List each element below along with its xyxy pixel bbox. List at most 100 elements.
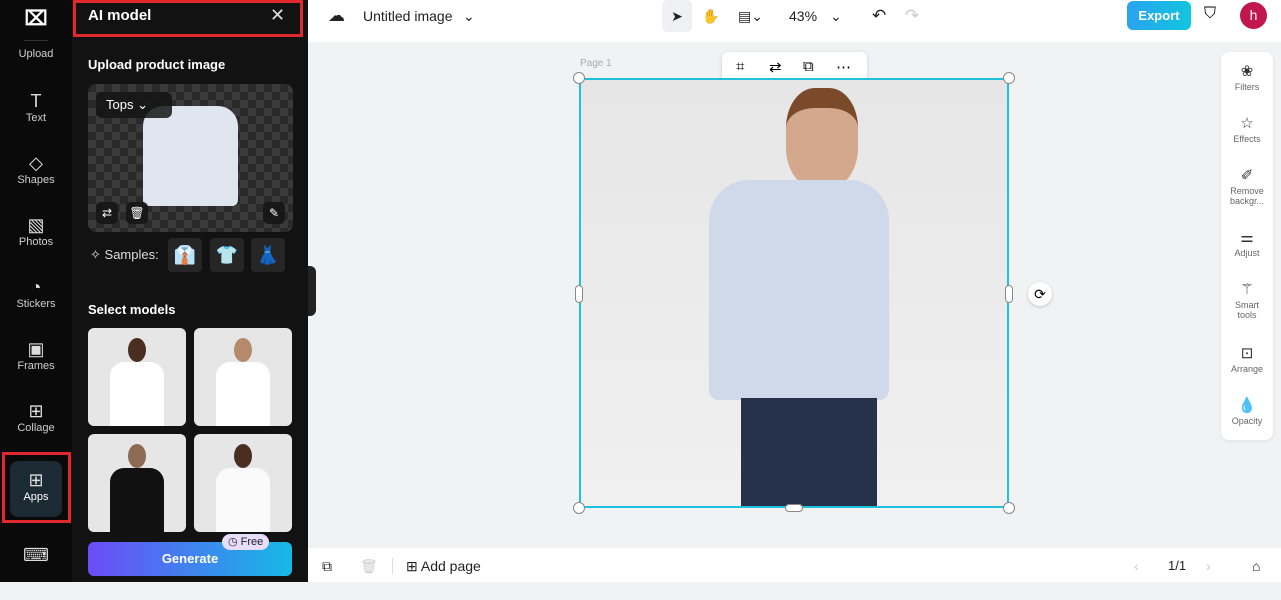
resize-handle[interactable] <box>1003 502 1015 514</box>
shapes-icon: ◇ <box>29 153 43 173</box>
stickers-icon: ◔ <box>30 277 42 297</box>
text-icon: T <box>30 91 42 111</box>
rail-frames[interactable]: ▣ Frames <box>4 338 68 394</box>
rail-label: Text <box>25 112 47 124</box>
bottom-bar: ⧉ 🗑 ⊞ Add page ‹ 1/1 › ⌂ <box>308 548 1281 582</box>
samples-text: Samples: <box>104 247 159 262</box>
shield-icon[interactable]: ⛉ <box>1204 5 1216 23</box>
canvas-image[interactable] <box>579 78 1009 508</box>
sample-dress[interactable]: 👗 <box>251 238 285 272</box>
resize-handle[interactable] <box>1003 72 1015 84</box>
adjust-icon: ⚌ <box>1240 229 1254 246</box>
tool-label: Smart tools <box>1234 300 1259 320</box>
rail-label: Collage <box>17 422 55 434</box>
model-thumbnail[interactable] <box>194 434 292 532</box>
highlight-box <box>73 0 303 37</box>
cloud-icon[interactable]: ☁ <box>328 0 345 32</box>
effects-icon: ☆ <box>1240 115 1254 132</box>
add-page-label: Add page <box>420 558 481 574</box>
rotate-icon[interactable]: ⟳ <box>1028 282 1052 306</box>
free-badge: ◷ Free <box>222 534 270 550</box>
photos-icon: ▧ <box>27 215 45 235</box>
tool-label: Opacity <box>1231 416 1263 426</box>
tool-adjust[interactable]: ⚌ Adjust <box>1221 228 1273 258</box>
model-shirt <box>709 180 889 400</box>
resize-handle[interactable] <box>573 502 585 514</box>
category-dropdown[interactable]: Tops ⌄ <box>96 92 172 118</box>
chevron-down-icon[interactable]: ⌄ <box>463 0 475 32</box>
product-image-preview[interactable]: Tops ⌄ ⇄ 🗑 ✎ <box>88 84 293 232</box>
tool-label: Filters <box>1234 82 1260 92</box>
arrange-icon: ⊡ <box>1240 345 1254 362</box>
replace-icon[interactable]: ⇄ <box>96 202 118 224</box>
model-thumbnail[interactable] <box>88 434 186 532</box>
duplicate-page-icon[interactable]: ⧉ <box>322 550 332 582</box>
tool-label: Arrange <box>1230 364 1264 374</box>
redo-icon[interactable]: ↷ <box>905 0 919 32</box>
delete-page-icon[interactable]: 🗑 <box>360 550 378 582</box>
undo-icon[interactable]: ↶ <box>872 0 886 32</box>
tool-smart-tools[interactable]: ⚚ Smart tools <box>1221 280 1273 320</box>
chevron-down-icon: ⌄ <box>137 97 148 112</box>
resize-handle[interactable] <box>1005 285 1013 303</box>
rail-shapes[interactable]: ◇ Shapes <box>4 152 68 208</box>
keyboard-shortcuts-icon: ⌨ <box>23 545 49 565</box>
rail-label: Photos <box>18 236 54 248</box>
model-head <box>786 88 858 188</box>
resize-handle[interactable] <box>575 285 583 303</box>
select-pointer-icon[interactable]: ➤ <box>662 0 692 32</box>
free-text: Free <box>240 536 264 548</box>
export-button[interactable]: Export <box>1127 1 1191 30</box>
rail-stickers[interactable]: ◔ Stickers <box>4 276 68 332</box>
clock-icon: ◷ <box>228 536 238 548</box>
add-page-icon: ⊞ <box>406 558 418 574</box>
resize-handle[interactable] <box>785 504 803 512</box>
rail-label: Shapes <box>17 174 55 186</box>
trash-icon[interactable]: 🗑 <box>126 202 148 224</box>
tool-effects[interactable]: ☆ Effects <box>1221 114 1273 144</box>
rail-photos[interactable]: ▧ Photos <box>4 214 68 270</box>
duplicate-icon[interactable]: ⧉ <box>803 58 814 75</box>
chevron-down-icon[interactable]: ⌄ <box>830 0 842 32</box>
rail-keyboard[interactable]: ⌨ <box>4 544 68 600</box>
upload-heading: Upload product image <box>88 57 226 72</box>
tool-filters[interactable]: ❀ Filters <box>1221 62 1273 92</box>
hand-icon[interactable]: ✋ <box>702 0 719 32</box>
sample-shirt[interactable]: 👔 <box>168 238 202 272</box>
tool-opacity[interactable]: 💧 Opacity <box>1221 396 1273 426</box>
collapse-panel-handle[interactable] <box>308 266 316 316</box>
sample-tshirt[interactable]: 👕 <box>210 238 244 272</box>
prev-page-icon[interactable]: ‹ <box>1134 550 1139 582</box>
page-label: Page 1 <box>580 58 612 69</box>
next-page-icon[interactable]: › <box>1206 550 1211 582</box>
frames-icon: ▣ <box>27 339 45 359</box>
tool-arrange[interactable]: ⊡ Arrange <box>1221 344 1273 374</box>
model-jeans <box>741 398 877 506</box>
crop-icon[interactable]: ⌗ <box>736 58 744 75</box>
document-title[interactable]: Untitled image <box>363 0 453 32</box>
rail-collage[interactable]: ⊞ Collage <box>4 400 68 456</box>
zoom-level[interactable]: 43% <box>789 0 817 32</box>
avatar[interactable]: h <box>1240 2 1267 29</box>
shirt-image <box>143 106 238 206</box>
tool-label: Effects <box>1233 134 1261 144</box>
right-toolbar: ❀ Filters ☆ Effects ✐ Remove backgr... ⚌ Adj… <box>1221 52 1273 440</box>
ai-model-panel: AI model ✕ Upload product image Tops ⌄ ⇄… <box>72 0 308 582</box>
tool-remove-background[interactable]: ✐ Remove backgr... <box>1221 166 1273 206</box>
resize-handle[interactable] <box>573 72 585 84</box>
model-thumbnail[interactable] <box>194 328 292 426</box>
model-thumbnail[interactable] <box>88 328 186 426</box>
samples-label: ✧ Samples: <box>90 247 159 263</box>
edit-brush-icon[interactable]: ✎ <box>263 202 285 224</box>
collage-icon: ⊞ <box>28 401 44 421</box>
rail-label: Stickers <box>16 298 56 310</box>
tool-label: Adjust <box>1234 248 1260 258</box>
layout-icon[interactable]: ▤⌄ <box>738 0 763 32</box>
highlight-box <box>2 452 71 523</box>
add-page-button[interactable]: ⊞ Add page <box>406 550 481 582</box>
more-icon[interactable]: ⋯ <box>836 58 851 76</box>
capcut-logo-icon[interactable]: ⌧ <box>24 6 48 30</box>
layers-icon[interactable]: ⌂ <box>1252 550 1260 582</box>
rail-text[interactable]: T Text <box>4 90 68 146</box>
replace-icon[interactable]: ⇄ <box>769 58 782 76</box>
